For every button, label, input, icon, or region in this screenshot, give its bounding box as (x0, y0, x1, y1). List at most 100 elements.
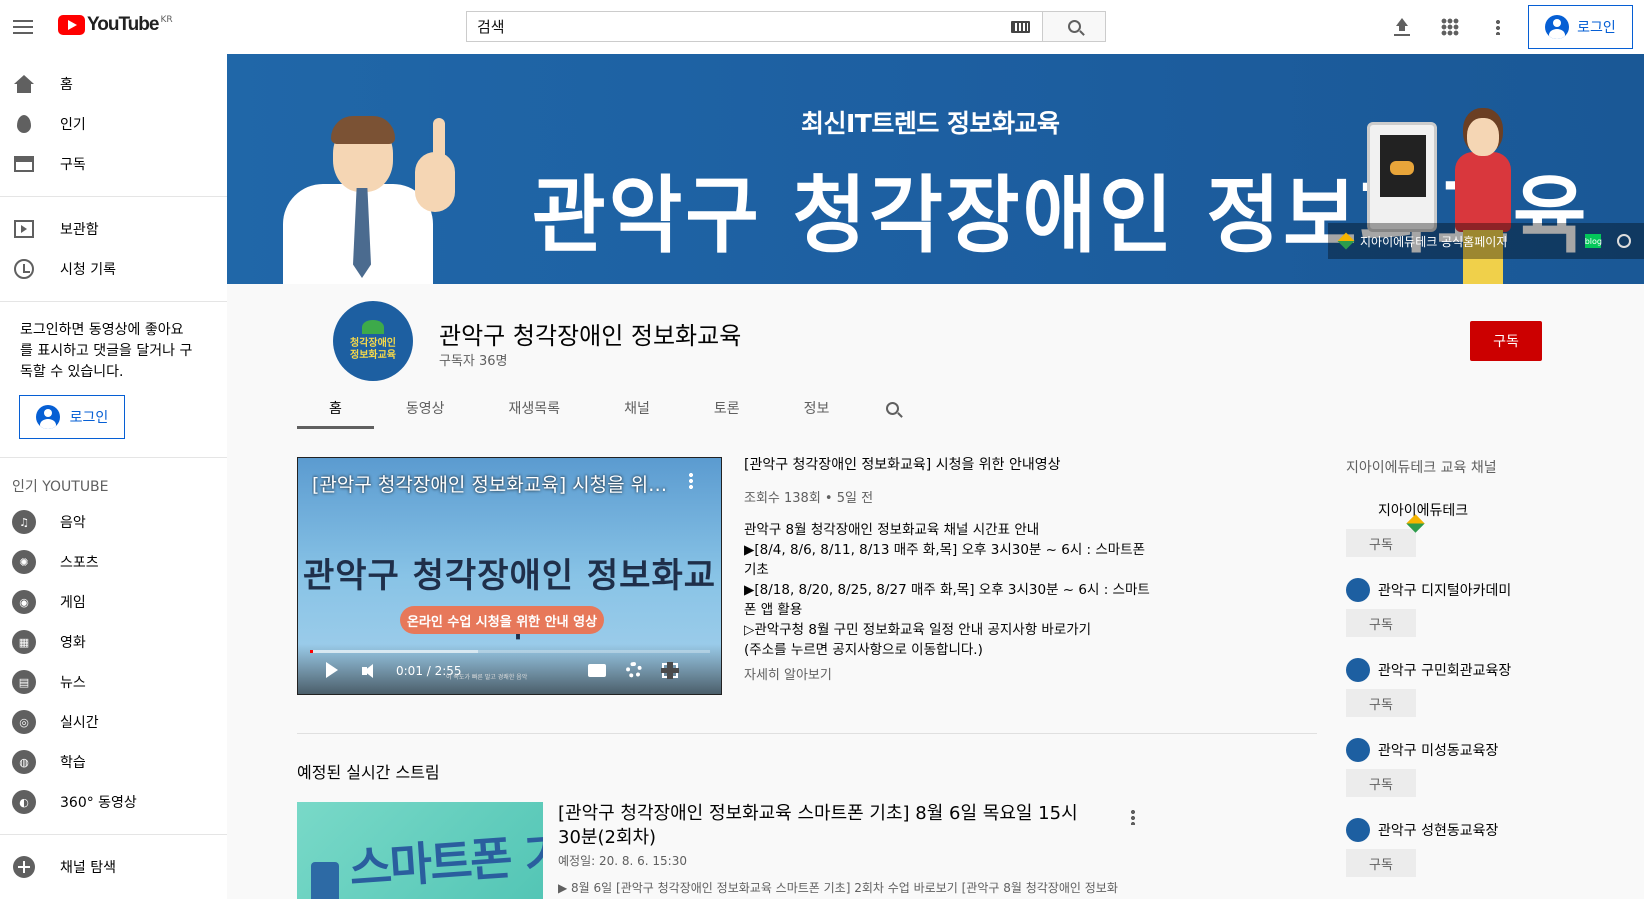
main-content: 최신IT트렌드 정보화교육 관악구 청각장애인 정보화교육 지아이에듀테크 공식… (227, 54, 1644, 899)
divider (0, 834, 227, 835)
related-channel-link[interactable]: 지아이에듀테크 (1346, 495, 1636, 525)
sidebar-item-home[interactable]: 홈 (0, 64, 227, 104)
upload-icon (1394, 18, 1410, 36)
search-input[interactable]: 검색 (466, 11, 1042, 42)
signin-button[interactable]: 로그인 (1528, 5, 1633, 49)
more-vert-icon (1496, 19, 1500, 35)
subscriptions-icon (14, 156, 34, 172)
sidebar-item-label: 음악 (60, 515, 86, 531)
sidebar-item-news[interactable]: ▤ 뉴스 (0, 662, 227, 702)
sidebar-item-label: 360° 동영상 (60, 795, 137, 811)
channel-search-button[interactable] (861, 387, 923, 429)
channel-avatar: 청각장애인 정보화교육 (333, 301, 413, 381)
channel-banner: 최신IT트렌드 정보화교육 관악구 청각장애인 정보화교육 지아이에듀테크 공식… (227, 54, 1644, 284)
popular-header: 인기 YOUTUBE (12, 479, 109, 495)
sidebar-item-trending[interactable]: 인기 (0, 104, 227, 144)
sidebar-item-label: 스포츠 (60, 555, 99, 571)
tab-playlists[interactable]: 재생목록 (477, 387, 593, 429)
movies-icon: ▦ (12, 630, 36, 654)
avatar-text-line2: 정보화교육 (350, 350, 396, 361)
more-vert-icon[interactable] (689, 472, 693, 490)
subscriber-count: 구독자 36명 (439, 354, 508, 369)
sidebar-signin-button[interactable]: 로그인 (19, 395, 125, 439)
fullscreen-icon[interactable] (661, 662, 679, 679)
settings-menu-button[interactable] (1474, 0, 1522, 54)
video-meta: 조회수 138회 • 5일 전 (744, 491, 874, 506)
search-button[interactable] (1042, 11, 1106, 42)
logo-text: YouTube (87, 14, 159, 35)
sidebar-item-label: 학습 (60, 755, 86, 771)
sidebar-item-music[interactable]: ♫ 음악 (0, 502, 227, 542)
related-channel-link[interactable]: 관악구 미성동교육장 (1346, 735, 1636, 765)
sidebar-item-browse-channels[interactable]: 채널 탐색 (0, 847, 227, 887)
related-channel: 관악구 성현동교육장 구독 (1346, 815, 1636, 899)
youtube-logo[interactable]: YouTube KR (58, 14, 173, 36)
play-icon[interactable] (326, 662, 338, 678)
related-heading: 지아이에듀테크 교육 채널 (1346, 460, 1497, 476)
sidebar-item-subscriptions[interactable]: 구독 (0, 144, 227, 184)
subscribe-button[interactable]: 구독 (1346, 769, 1416, 797)
keyboard-icon[interactable] (1011, 21, 1030, 33)
sidebar-item-learning[interactable]: ◍ 학습 (0, 742, 227, 782)
tab-videos[interactable]: 동영상 (374, 387, 477, 429)
sidebar-item-gaming[interactable]: ◉ 게임 (0, 582, 227, 622)
channel-avatar-icon (1346, 578, 1370, 602)
gear-icon[interactable] (626, 662, 642, 678)
sidebar-item-label: 구독 (60, 157, 86, 173)
player-controls: 0:01 / 2:55 이 속도가 빠른 말고 경쾌한 음악 (298, 644, 721, 694)
more-vert-icon[interactable] (1131, 809, 1135, 825)
related-channel-link[interactable]: 관악구 성현동교육장 (1346, 815, 1636, 845)
buffer-bar (310, 650, 478, 653)
tab-channels[interactable]: 채널 (592, 387, 682, 429)
channel-avatar-icon (1346, 658, 1370, 682)
tab-home[interactable]: 홈 (297, 387, 374, 429)
subscribe-button[interactable]: 구독 (1346, 529, 1416, 557)
globe-icon[interactable] (1617, 234, 1632, 248)
volume-icon[interactable] (362, 664, 380, 678)
hamburger-menu-icon[interactable] (10, 14, 36, 40)
upcoming-title[interactable]: [관악구 청각장애인 정보화교육 스마트폰 기초] 8월 6일 목요일 15시 … (558, 802, 1088, 850)
subscribe-button[interactable]: 구독 (1346, 849, 1416, 877)
sidebar-item-label: 보관함 (60, 222, 99, 238)
sidebar-item-label: 뉴스 (60, 675, 86, 691)
sidebar-item-history[interactable]: 시청 기록 (0, 249, 227, 289)
related-channel-link[interactable]: 관악구 디지털아카데미 (1346, 575, 1636, 605)
search-placeholder: 검색 (477, 18, 505, 36)
upload-button[interactable] (1378, 0, 1426, 54)
apps-button[interactable] (1426, 0, 1474, 54)
subscribe-button[interactable]: 구독 (1470, 321, 1542, 361)
featured-video-info: [관악구 청각장애인 정보화교육] 시청을 위한 안내영상 조회수 138회 •… (744, 455, 1154, 683)
subscribe-button[interactable]: 구독 (1346, 609, 1416, 637)
related-channel-link[interactable]: 관악구 구민회관교육장 (1346, 655, 1636, 685)
video-player[interactable]: [관악구 청각장애인 정보화교육] 시청을 위한 안내영상 관악구 청각장애인 … (297, 457, 722, 695)
played-bar (310, 650, 313, 653)
top-bar: YouTube KR 검색 로그인 (0, 0, 1644, 54)
progress-bar[interactable] (310, 650, 710, 653)
sidebar-item-library[interactable]: 보관함 (0, 209, 227, 249)
related-channel-name: 관악구 디지털아카데미 (1378, 583, 1512, 599)
divider (297, 733, 1317, 734)
tab-about[interactable]: 정보 (772, 387, 862, 429)
banner-link[interactable]: 지아이에듀테크 공식홈페이지 (1360, 233, 1507, 250)
sidebar-item-sports[interactable]: ✺ 스포츠 (0, 542, 227, 582)
search-icon (885, 401, 899, 415)
divider (0, 457, 227, 458)
read-more-link[interactable]: 자세히 알아보기 (744, 664, 1154, 683)
upcoming-thumbnail[interactable]: 스마트폰 기초 (297, 802, 543, 899)
banner-woman-illustration (1447, 118, 1517, 284)
sidebar-item-movies[interactable]: ▦ 영화 (0, 622, 227, 662)
tab-discussion[interactable]: 토론 (682, 387, 772, 429)
top-actions: 로그인 (1378, 0, 1644, 54)
sidebar-item-live[interactable]: ◎ 실시간 (0, 702, 227, 742)
sidebar-item-360[interactable]: ◐ 360° 동영상 (0, 782, 227, 822)
related-channel-name: 관악구 미성동교육장 (1378, 743, 1499, 759)
signin-label: 로그인 (69, 410, 109, 426)
subscribe-button[interactable]: 구독 (1346, 689, 1416, 717)
related-channel-name: 관악구 성현동교육장 (1378, 823, 1499, 839)
channel-avatar-icon (1346, 818, 1370, 842)
naver-blog-icon[interactable]: blog (1585, 234, 1602, 248)
video-title[interactable]: [관악구 청각장애인 정보화교육] 시청을 위한 안내영상 (744, 455, 1154, 475)
sidebar-item-label: 실시간 (60, 715, 99, 731)
player-title[interactable]: [관악구 청각장애인 정보화교육] 시청을 위한 안내영상 (312, 470, 672, 497)
subtitles-icon[interactable] (588, 664, 606, 677)
